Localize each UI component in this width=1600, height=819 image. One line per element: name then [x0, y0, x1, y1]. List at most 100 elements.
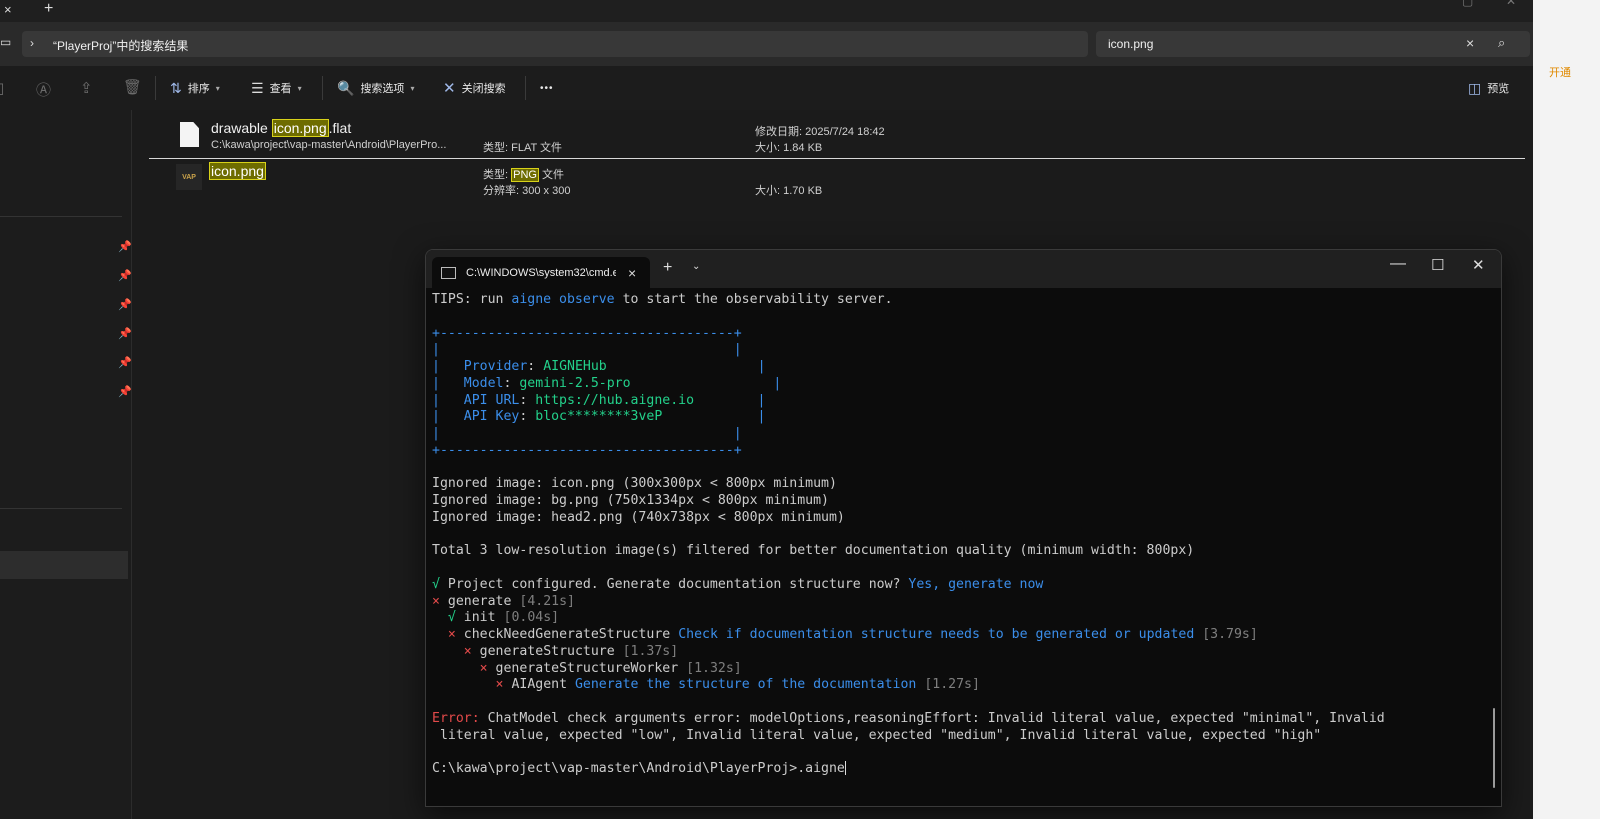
list-item[interactable]: drawable icon.png .flat C:\kawa\project\v… — [149, 110, 1525, 159]
search-options-icon: 🔍 — [337, 79, 355, 96]
console-line: × AIAgent Generate the structure of the … — [495, 677, 980, 693]
console-line: × generateStructureWorker [1.32s] — [479, 660, 742, 676]
explorer-titlebar: × + ▢ ✕ — [0, 0, 1533, 22]
background-link[interactable]: 开通 — [1549, 64, 1571, 80]
new-tab-button[interactable]: + — [44, 0, 53, 18]
more-options-button[interactable]: ••• — [540, 66, 554, 110]
preview-pane-icon: ◫ — [1468, 79, 1482, 96]
navigation-pane: 📌 📌 📌 📌 📌 📌 — [0, 110, 132, 819]
sort-icon: ⇅ — [170, 79, 182, 96]
file-path: C:\kawa\project\vap-master\Android\Playe… — [211, 139, 447, 151]
close-tab-icon[interactable]: × — [628, 265, 636, 281]
pin-icon[interactable]: 📌 — [118, 240, 132, 253]
terminal-output[interactable]: TIPS: run aigne observe to start the obs… — [432, 292, 1492, 802]
close-window-icon[interactable]: ✕ — [1506, 0, 1516, 8]
breadcrumb-text: “PlayerProj”中的搜索结果 — [53, 39, 189, 53]
chevron-down-icon: ▾ — [297, 83, 302, 93]
chevron-right-icon[interactable]: › — [30, 36, 34, 50]
console-line: TIPS: run aigne observe to start the obs… — [432, 292, 893, 307]
nav-item-selected[interactable] — [0, 551, 128, 579]
minimize-icon[interactable]: — — [1390, 255, 1406, 273]
command-prompt[interactable]: C:\kawa\project\vap-master\Android\Playe… — [432, 761, 1492, 778]
breadcrumb[interactable]: › “PlayerProj”中的搜索结果 — [22, 31, 1088, 57]
console-line: Ignored image: bg.png (750x1334px < 800p… — [432, 493, 829, 508]
pin-icon[interactable]: 📌 — [118, 356, 132, 369]
toolbar-divider — [322, 76, 323, 100]
view-icon: ☰ — [251, 79, 264, 96]
close-tab-icon[interactable]: × — [4, 2, 12, 17]
file-type-prefix: 类型: — [483, 169, 512, 181]
delete-icon[interactable]: 🗑 — [123, 78, 142, 96]
search-input-value[interactable]: icon.png — [1108, 37, 1153, 51]
share-icon[interactable]: ⇪ — [80, 79, 93, 97]
nav-divider — [0, 216, 122, 217]
console-line: × generateStructure [1.37s] — [463, 643, 679, 659]
background-window-edge: 开通 — [1533, 0, 1600, 819]
cmd-icon — [441, 266, 456, 279]
console-line: | API URL: https://hub.aigne.io | — [432, 392, 766, 408]
file-name-prefix: drawable — [211, 120, 272, 136]
console-line: | | — [432, 426, 742, 441]
terminal-tab[interactable]: C:\WINDOWS\system32\cmd.e × — [432, 257, 650, 288]
clear-search-icon[interactable]: × — [1466, 35, 1474, 51]
command-bar: ▯ Ⓐ ⇪ 🗑 ⇅ 排序 ▾ ☰ 查看 ▾ 🔍 搜索选项 ▾ ✕ 关闭搜索 ••… — [0, 66, 1533, 111]
console-line: × checkNeedGenerateStructure Check if do… — [447, 627, 1258, 642]
console-line: Total 3 low-resolution image(s) filtered… — [432, 543, 1195, 559]
new-tab-icon[interactable]: + — [663, 259, 672, 277]
terminal-tab-title: C:\WINDOWS\system32\cmd.e — [466, 266, 616, 279]
pin-icon[interactable]: 📌 — [118, 269, 132, 282]
console-line: | API Key: bloc********3veP | — [432, 409, 766, 425]
search-highlight: icon.png — [271, 119, 329, 137]
rename-icon[interactable]: Ⓐ — [36, 79, 51, 100]
file-type: 类型: PNG 文件 — [483, 166, 564, 182]
file-type: 类型: FLAT 文件 — [483, 142, 563, 154]
nav-divider — [0, 508, 122, 509]
view-label: 查看 — [269, 83, 292, 95]
file-size: 大小: 1.84 KB — [755, 142, 823, 154]
file-type-suffix: 文件 — [538, 169, 565, 181]
pin-icon[interactable]: 📌 — [118, 298, 132, 311]
pin-icon[interactable]: 📌 — [118, 327, 132, 340]
terminal-scrollbar[interactable] — [1493, 708, 1495, 788]
search-highlight: PNG — [511, 168, 539, 182]
file-icon — [180, 122, 199, 147]
console-line: +-------------------------------------+ — [432, 325, 742, 341]
search-highlight: icon.png — [209, 162, 266, 180]
close-search-button[interactable]: ✕ 关闭搜索 — [443, 66, 506, 110]
terminal-titlebar: C:\WINDOWS\system32\cmd.e × + ⌄ — ☐ ✕ — [426, 250, 1501, 288]
image-thumbnail-icon: VAP — [176, 164, 202, 190]
computer-icon[interactable]: ▭ — [0, 35, 11, 49]
maximize-icon[interactable]: ▢ — [1462, 0, 1473, 8]
console-line: literal value, expected "low", Invalid l… — [432, 727, 1322, 743]
close-window-icon[interactable]: ✕ — [1472, 256, 1485, 274]
cut-icon[interactable]: ▯ — [0, 79, 4, 97]
search-options-button[interactable]: 🔍 搜索选项 ▾ — [337, 66, 414, 110]
search-options-label: 搜索选项 — [360, 83, 405, 95]
chevron-down-icon: ▾ — [215, 83, 220, 93]
maximize-icon[interactable]: ☐ — [1431, 256, 1444, 274]
chevron-down-icon[interactable]: ⌄ — [692, 261, 700, 272]
console-line: × generate [4.21s] — [432, 593, 575, 609]
file-name-suffix: .flat — [328, 120, 352, 136]
preview-label: 预览 — [1487, 83, 1510, 95]
preview-button[interactable]: ◫ 预览 — [1468, 66, 1509, 110]
search-icon[interactable]: ⌕ — [1498, 35, 1505, 51]
view-button[interactable]: ☰ 查看 ▾ — [251, 66, 302, 110]
console-line: +-------------------------------------+ — [432, 442, 742, 458]
pin-icon[interactable]: 📌 — [118, 385, 132, 398]
sort-label: 排序 — [187, 83, 210, 95]
search-input[interactable]: icon.png × ⌕ — [1096, 31, 1530, 57]
toolbar-divider — [155, 76, 156, 100]
list-item[interactable]: VAP icon.png 类型: PNG 文件 分辨率: 300 x 300 大… — [149, 160, 1525, 200]
file-name: icon.png — [209, 162, 266, 180]
sort-button[interactable]: ⇅ 排序 ▾ — [170, 66, 220, 110]
console-line: Ignored image: icon.png (300x300px < 800… — [432, 476, 837, 492]
chevron-down-icon: ▾ — [410, 83, 415, 93]
terminal-window: C:\WINDOWS\system32\cmd.e × + ⌄ — ☐ ✕ TI… — [425, 249, 1502, 807]
console-line: √ Project configured. Generate documenta… — [432, 576, 1044, 592]
